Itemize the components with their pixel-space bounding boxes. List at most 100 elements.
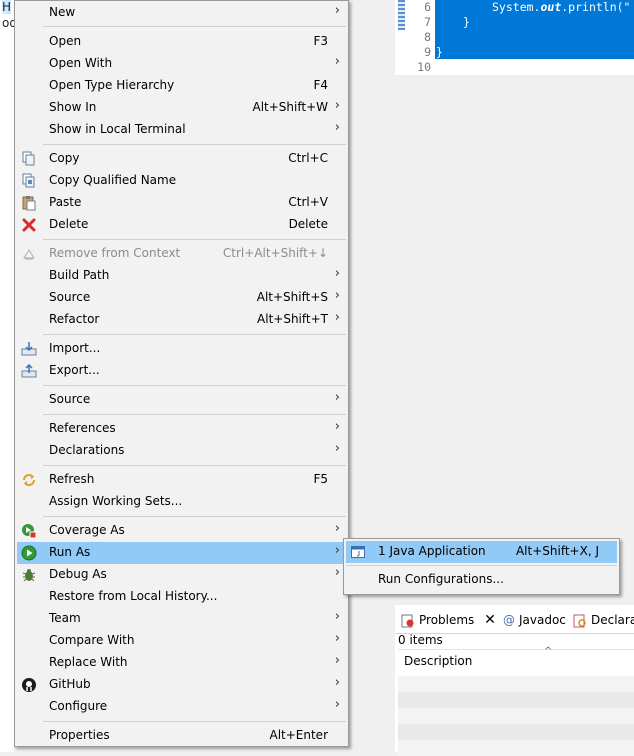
menu-separator: [43, 516, 346, 517]
menu-item-open-with[interactable]: Open With ›: [17, 53, 346, 75]
menu-item-label: Open With: [49, 56, 113, 70]
editor-ruler: [395, 0, 409, 75]
github-icon: [21, 677, 37, 693]
menu-item-label: Open Type Hierarchy: [49, 78, 175, 92]
copy-qualified-name-icon: [21, 173, 37, 189]
menu-item-refresh[interactable]: Refresh F5: [17, 469, 346, 491]
at-icon: @: [503, 613, 515, 627]
menu-item-open-type-hierarchy[interactable]: Open Type Hierarchy F4: [17, 75, 346, 97]
tab-javadoc-label: Javadoc: [519, 613, 566, 627]
menu-item-label: Coverage As: [49, 523, 125, 537]
menu-separator: [43, 144, 346, 145]
menu-shortcut: F3: [313, 34, 328, 48]
submenu-arrow-icon: ›: [334, 288, 340, 303]
submenu-arrow-icon: ›: [334, 266, 340, 281]
tab-problems[interactable]: Problems ✕: [401, 610, 496, 630]
tab-declaration[interactable]: Declarati: [573, 610, 634, 630]
sort-caret-icon: ^: [544, 646, 553, 657]
menu-shortcut: F5: [313, 472, 328, 486]
menu-item-source-2[interactable]: Source ›: [17, 389, 346, 411]
menu-item-export[interactable]: Export...: [17, 360, 346, 382]
menu-item-label: Show In: [49, 100, 97, 114]
column-header-label: Description: [404, 654, 473, 668]
menu-item-label: Open: [49, 34, 82, 48]
line-number: 7: [424, 15, 431, 29]
menu-item-coverage-as[interactable]: Coverage As ›: [17, 520, 346, 542]
submenu-arrow-icon: ›: [334, 3, 340, 18]
problems-icon: [401, 614, 415, 628]
menu-item-debug-as[interactable]: Debug As ›: [17, 564, 346, 586]
delete-icon: [21, 217, 37, 233]
submenu-arrow-icon: ›: [334, 441, 340, 456]
menu-item-label: Import...: [49, 341, 101, 355]
menu-item-label: Source: [49, 392, 91, 406]
menu-item-open[interactable]: Open F3: [17, 31, 346, 53]
submenu-item-java-application[interactable]: 1 Java Application Alt+Shift+X, J: [346, 541, 617, 563]
menu-shortcut: Ctrl+C: [288, 151, 328, 165]
menu-item-references[interactable]: References ›: [17, 418, 346, 440]
submenu-arrow-icon: ›: [334, 98, 340, 113]
menu-item-compare-with[interactable]: Compare With ›: [17, 630, 346, 652]
menu-item-show-in-local-terminal[interactable]: Show in Local Terminal ›: [17, 119, 346, 141]
empty-row: [398, 740, 634, 756]
menu-item-label: Run Configurations...: [378, 572, 504, 586]
menu-item-assign-working-sets[interactable]: Assign Working Sets...: [17, 491, 346, 513]
menu-item-label: Team: [49, 611, 81, 625]
menu-item-import[interactable]: Import...: [17, 338, 346, 360]
menu-separator: [43, 385, 346, 386]
code-editor[interactable]: 6 7 8 9 10 System.out.println(" } }: [395, 0, 634, 75]
code-line-9: }: [436, 45, 443, 59]
remove-from-context-icon: [21, 246, 37, 262]
menu-item-configure[interactable]: Configure ›: [17, 696, 346, 718]
menu-item-copy-qualified-name[interactable]: Copy Qualified Name: [17, 170, 346, 192]
menu-item-team[interactable]: Team ›: [17, 608, 346, 630]
menu-item-restore-from-local-history[interactable]: Restore from Local History...: [17, 586, 346, 608]
refresh-icon: [21, 472, 37, 488]
menu-item-run-as[interactable]: Run As ›: [17, 542, 346, 564]
menu-item-paste[interactable]: Paste Ctrl+V: [17, 192, 346, 214]
menu-item-source[interactable]: Source Alt+Shift+S ›: [17, 287, 346, 309]
menu-item-delete[interactable]: Delete Delete: [17, 214, 346, 236]
menu-item-refactor[interactable]: Refactor Alt+Shift+T ›: [17, 309, 346, 331]
line-number: 10: [417, 60, 431, 74]
view-tab-bar: Problems ✕ @ Javadoc Declarati: [395, 605, 634, 634]
menu-shortcut: Alt+Shift+S: [256, 290, 328, 304]
code-text: .println(": [561, 0, 631, 14]
submenu-arrow-icon: ›: [334, 697, 340, 712]
tab-javadoc[interactable]: @ Javadoc: [503, 610, 566, 630]
selected-code[interactable]: System.out.println(" } }: [435, 0, 634, 59]
menu-item-remove-from-context: Remove from Context Ctrl+Alt+Shift+↓: [17, 243, 346, 265]
submenu-arrow-icon: ›: [334, 419, 340, 434]
code-field: out: [540, 0, 562, 14]
menu-item-label: Run As: [49, 545, 91, 559]
menu-item-new[interactable]: New ›: [17, 2, 346, 24]
column-header-description[interactable]: Description ^: [398, 646, 634, 677]
items-count: 0 items: [398, 633, 443, 647]
menu-item-replace-with[interactable]: Replace With ›: [17, 652, 346, 674]
submenu-item-run-configurations[interactable]: Run Configurations...: [346, 569, 617, 591]
menu-separator: [43, 334, 346, 335]
menu-item-properties[interactable]: Properties Alt+Enter: [17, 725, 346, 747]
menu-item-github[interactable]: GitHub ›: [17, 674, 346, 696]
menu-item-label: GitHub: [49, 677, 91, 691]
submenu-arrow-icon: ›: [334, 631, 340, 646]
code-line-6: System.out.println(": [492, 0, 631, 14]
menu-item-build-path[interactable]: Build Path ›: [17, 265, 346, 287]
menu-item-declarations[interactable]: Declarations ›: [17, 440, 346, 462]
menu-item-copy[interactable]: Copy Ctrl+C: [17, 148, 346, 170]
menu-separator: [43, 721, 346, 722]
java-application-icon: [350, 544, 366, 560]
menu-separator: [43, 414, 346, 415]
menu-separator: [43, 465, 346, 466]
empty-row: [398, 724, 634, 740]
menu-item-label: Show in Local Terminal: [49, 122, 186, 136]
menu-separator: [43, 26, 346, 27]
menu-shortcut: Alt+Shift+X, J: [515, 544, 599, 558]
explorer-fragment-text: H: [2, 0, 12, 14]
menu-item-show-in[interactable]: Show In Alt+Shift+W ›: [17, 97, 346, 119]
menu-separator: [346, 565, 617, 566]
menu-item-label: Source: [49, 290, 91, 304]
menu-item-label: Restore from Local History...: [49, 589, 218, 603]
submenu-arrow-icon: ›: [334, 310, 340, 325]
close-icon[interactable]: ✕: [484, 612, 496, 628]
